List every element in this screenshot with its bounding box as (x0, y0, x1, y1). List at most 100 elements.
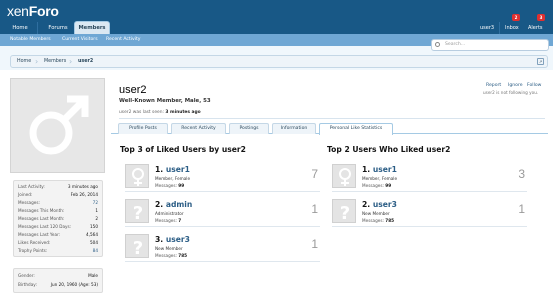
nav-tab-members[interactable]: Members (74, 21, 110, 34)
list-item: ? 2. admin Administrator Messages: 7 1 (125, 198, 320, 227)
alerts-link[interactable]: Alerts (528, 22, 543, 34)
ignore-link[interactable]: Ignore (508, 83, 523, 88)
like-count: 1 (518, 202, 525, 216)
tab-information[interactable]: Information (272, 123, 316, 134)
username[interactable]: admin (166, 200, 192, 209)
info-row: Gender: Male (18, 273, 98, 280)
stat-value: 150 (90, 224, 98, 229)
stat-row: Messages This Month: 1 (18, 208, 98, 215)
inbox-count-badge: 2 (512, 14, 520, 21)
stat-label: Messages Last Month: (18, 216, 65, 221)
rank: 2. (362, 200, 371, 209)
stat-value: 1 (95, 208, 98, 213)
subnav-notable-members[interactable]: Notable Members (10, 37, 51, 42)
user-role: New Member (362, 211, 390, 216)
profile-tabs: Profile Posts Recent Activity Postings I… (111, 123, 548, 135)
search-icon (435, 42, 440, 47)
female-symbol-icon (132, 168, 144, 186)
username[interactable]: user1 (166, 165, 190, 174)
message-count: Messages: 7 (155, 218, 181, 223)
rank: 1. (362, 165, 371, 174)
avatar[interactable]: ? (332, 199, 356, 224)
nav-tab-home[interactable]: Home (8, 22, 32, 34)
info-value: Jun 20, 1960 (Age: 53) (50, 282, 98, 287)
external-link-icon[interactable]: ↗ (537, 58, 544, 65)
stat-row: Messages Last Year: 4,564 (18, 232, 98, 239)
rank: 1. (155, 165, 164, 174)
avatar[interactable]: ? (125, 234, 149, 259)
list-item: 1. user1 Member, Female Messages: 99 3 (332, 163, 527, 192)
list-item: 1. user1 Member, Female Messages: 99 7 (125, 163, 320, 192)
profile-last-seen: user2 was last seen: 3 minutes ago (119, 110, 201, 115)
messages-value: 7 (178, 218, 182, 223)
question-icon: ? (133, 238, 143, 259)
messages-value: 99 (385, 183, 392, 188)
user-link[interactable]: 3. user3 (155, 235, 190, 244)
stat-label: Joined: (18, 192, 33, 197)
stat-row: Joined: Feb 26, 2014 (18, 192, 98, 199)
tab-postings[interactable]: Postings (229, 123, 269, 134)
logo-text-a: xen (7, 3, 29, 19)
user-link[interactable]: 2. admin (155, 200, 192, 209)
user-role: Member, Female (155, 176, 191, 181)
svg-text:?: ? (133, 238, 143, 259)
male-symbol-icon (29, 95, 89, 155)
messages-value: 785 (178, 253, 188, 258)
stat-label: Messages This Month: (18, 208, 65, 213)
info-label: Gender: (18, 273, 35, 278)
user-link[interactable]: 2. user3 (362, 200, 397, 209)
tab-recent-activity[interactable]: Recent Activity (171, 123, 226, 134)
site-logo[interactable]: xenForo (7, 3, 59, 19)
nav-separator (499, 22, 500, 34)
stat-row: Messages: 72 (18, 200, 98, 207)
messages-label: Messages: (155, 218, 177, 223)
follow-status: user2 is not following you. (483, 90, 539, 95)
rank: 3. (155, 235, 164, 244)
stat-value-link[interactable]: 72 (93, 200, 98, 205)
svg-text:?: ? (340, 203, 350, 224)
account-link[interactable]: user3 (480, 22, 494, 34)
username[interactable]: user3 (166, 235, 190, 244)
avatar[interactable]: ? (125, 199, 149, 224)
user-role: Administrator (155, 211, 184, 216)
stat-label: Last Activity: (18, 184, 45, 189)
subnav-recent-activity[interactable]: Recent Activity (106, 37, 141, 42)
report-link[interactable]: Report (486, 83, 501, 88)
avatar[interactable] (125, 164, 149, 188)
message-count: Messages: 785 (362, 218, 394, 223)
stat-row: Messages Last Month: 2 (18, 216, 98, 223)
messages-label: Messages: (362, 183, 384, 188)
breadcrumb: Home › Members › user2 ↗ (10, 55, 548, 68)
tab-profile-posts[interactable]: Profile Posts (118, 123, 168, 134)
female-symbol-icon (339, 168, 351, 186)
stat-row: Last Activity: 3 minutes ago (18, 184, 98, 191)
divider (119, 118, 545, 119)
subnav-current-visitors[interactable]: Current Visitors (62, 37, 98, 42)
breadcrumb-home[interactable]: Home (17, 56, 31, 67)
tab-personal-like-statistics[interactable]: Personal Like Statistics (319, 123, 393, 135)
last-seen-label: user2 was last seen: (119, 110, 164, 115)
stat-label: Messages Last Year: (18, 232, 61, 237)
stat-value: 3 minutes ago (67, 184, 98, 189)
stat-label: Trophy Points: (18, 248, 48, 253)
follow-link[interactable]: Follow (527, 83, 541, 88)
inbox-link[interactable]: Inbox (505, 22, 519, 34)
stat-value-link[interactable]: 84 (93, 248, 98, 253)
username[interactable]: user1 (373, 165, 397, 174)
user-role: Member, Female (362, 176, 398, 181)
user-link[interactable]: 1. user1 (155, 165, 190, 174)
list-item: ? 2. user3 New Member Messages: 785 1 (332, 198, 527, 227)
user-link[interactable]: 1. user1 (362, 165, 397, 174)
breadcrumb-user2[interactable]: user2 (78, 56, 93, 67)
stat-row: Trophy Points: 84 (18, 248, 98, 255)
avatar[interactable] (332, 164, 356, 188)
profile-avatar (10, 78, 105, 173)
nav-tab-forums[interactable]: Forums (42, 22, 74, 34)
username[interactable]: user3 (373, 200, 397, 209)
info-value: Male (88, 273, 98, 278)
breadcrumb-chevron-icon: › (69, 57, 73, 66)
like-count: 1 (311, 237, 318, 251)
breadcrumb-members[interactable]: Members (44, 56, 66, 67)
search-input[interactable]: Search... (431, 39, 549, 51)
stat-row: Likes Received: 504 (18, 240, 98, 247)
